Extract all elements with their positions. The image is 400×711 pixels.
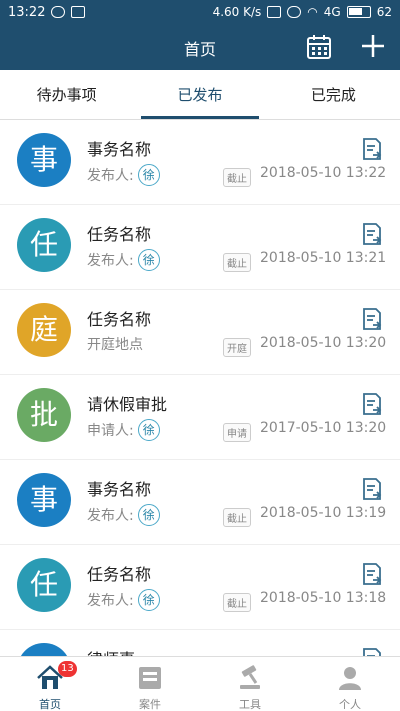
item-title: 事务名称 [87, 140, 152, 159]
page-title: 首页 [183, 40, 216, 59]
network-speed: 4.60 K/s [212, 5, 262, 19]
item-sub-label: 发布人: [87, 593, 134, 609]
item-subtitle: 发布人: 徐 [87, 504, 160, 526]
item-list: 事事务名称 发布人: 徐截止 2018-05-10 13:22 任任务名称 发布人: 徐截… [0, 120, 400, 656]
item-sub-label: 开庭地点 [87, 337, 143, 353]
person-icon [339, 667, 361, 690]
tab-published[interactable]: 已发布 [133, 70, 266, 119]
item-title: 事务名称 [87, 480, 152, 499]
item-time: 2018-05-10 13:18 [260, 590, 387, 606]
mute-icon [267, 6, 282, 18]
list-item[interactable]: 任任务名称发布人: 徐 截止 2018-05-10 13:18 [0, 545, 400, 630]
bottom-tabbar: 13 首页 案件 工具 个人 [0, 656, 400, 711]
gavel-icon [240, 665, 260, 689]
battery-level: 62 [376, 5, 392, 19]
person-chip[interactable]: 徐 [137, 504, 160, 526]
document-action-icon[interactable] [361, 647, 383, 656]
item-avatar [17, 643, 71, 656]
item-tag: 申请 [223, 423, 251, 442]
person-chip[interactable]: 徐 [137, 419, 160, 441]
item-title: 律师事 [87, 646, 135, 656]
document-action-icon[interactable] [361, 137, 383, 161]
item-avatar: 任 [17, 558, 71, 612]
item-time: 2018-05-10 13:21 [260, 250, 387, 266]
item-title: 任务名称 [87, 565, 152, 584]
list-item[interactable]: 批请休假审批申请人: 徐 申请 2017-05-10 13:20 [0, 375, 400, 460]
wifi-icon: ◠ [307, 5, 318, 19]
tabbar-case-label: 案件 [139, 698, 161, 711]
tabbar-tools[interactable]: 工具 [200, 657, 300, 711]
item-subtitle: 发布人: 徐 [87, 249, 160, 271]
tab-completed[interactable]: 已完成 [267, 70, 400, 119]
item-tag: 截止 [223, 168, 251, 187]
alarm-icon [287, 6, 302, 18]
item-avatar: 任 [17, 218, 71, 272]
image-icon [71, 6, 86, 18]
item-subtitle: 申请人: 徐 [87, 419, 160, 441]
tabbar-profile-label: 个人 [339, 698, 361, 711]
list-item[interactable]: 庭任务名称开庭地点 开庭 2018-05-10 13:20 [0, 290, 400, 375]
list-item[interactable]: 事事务名称发布人: 徐 截止 2018-05-10 13:19 [0, 460, 400, 545]
network-type: 4G [323, 5, 341, 19]
person-chip[interactable]: 徐 [137, 249, 160, 271]
tab-pending[interactable]: 待办事项 [0, 70, 133, 119]
person-chip[interactable]: 徐 [137, 589, 160, 611]
status-bar: 13:22 4.60 K/s ◠ 4G 62 [0, 0, 400, 24]
item-tag: 开庭 [223, 338, 251, 357]
item-sub-label: 发布人: [87, 168, 134, 184]
item-title: 任务名称 [87, 225, 152, 244]
item-time: 2018-05-10 13:19 [260, 505, 387, 521]
item-avatar: 庭 [17, 303, 71, 357]
tabbar-tools-label: 工具 [239, 698, 261, 711]
item-time: 2018-05-10 13:20 [260, 335, 387, 351]
tabbar-profile[interactable]: 个人 [300, 657, 400, 711]
tabbar-case[interactable]: 案件 [100, 657, 200, 711]
item-avatar: 批 [17, 388, 71, 442]
battery-icon [346, 6, 371, 18]
document-action-icon[interactable] [361, 562, 383, 586]
item-sub-label: 发布人: [87, 253, 134, 269]
item-sub-label: 发布人: [87, 508, 134, 524]
item-sub-label: 申请人: [87, 423, 134, 439]
document-action-icon[interactable] [361, 222, 383, 246]
calendar-icon[interactable] [306, 34, 332, 60]
add-icon[interactable] [360, 33, 386, 59]
item-avatar: 事 [17, 133, 71, 187]
home-badge: 13 [58, 661, 77, 677]
list-item[interactable]: 任任务名称发布人: 徐 截止 2018-05-10 13:21 [0, 205, 400, 290]
status-time: 13:22 [8, 4, 46, 20]
person-chip[interactable]: 徐 [137, 164, 160, 186]
tabbar-home[interactable]: 13 首页 [0, 657, 100, 711]
document-action-icon[interactable] [361, 307, 383, 331]
document-action-icon[interactable] [361, 392, 383, 416]
tabbar-home-label: 首页 [39, 698, 61, 711]
list-item[interactable]: 律师事 [0, 630, 400, 656]
item-tag: 截止 [223, 508, 251, 527]
message-icon [51, 6, 66, 18]
item-time: 2017-05-10 13:20 [260, 420, 387, 436]
item-time: 2018-05-10 13:22 [260, 165, 387, 181]
tab-bar: 待办事项 已发布 已完成 [0, 70, 400, 120]
item-avatar: 事 [17, 473, 71, 527]
list-item[interactable]: 事事务名称发布人: 徐 截止 2018-05-10 13:22 [0, 120, 400, 205]
document-action-icon[interactable] [361, 477, 383, 501]
item-title: 请休假审批 [87, 395, 168, 414]
item-subtitle: 开庭地点 [87, 334, 143, 354]
item-title: 任务名称 [87, 310, 152, 329]
nav-bar: 首页 [0, 24, 400, 70]
item-subtitle: 发布人: 徐 [87, 164, 160, 186]
item-subtitle: 发布人: 徐 [87, 589, 160, 611]
item-tag: 截止 [223, 593, 251, 612]
item-tag: 截止 [223, 253, 251, 272]
case-icon [139, 667, 161, 689]
